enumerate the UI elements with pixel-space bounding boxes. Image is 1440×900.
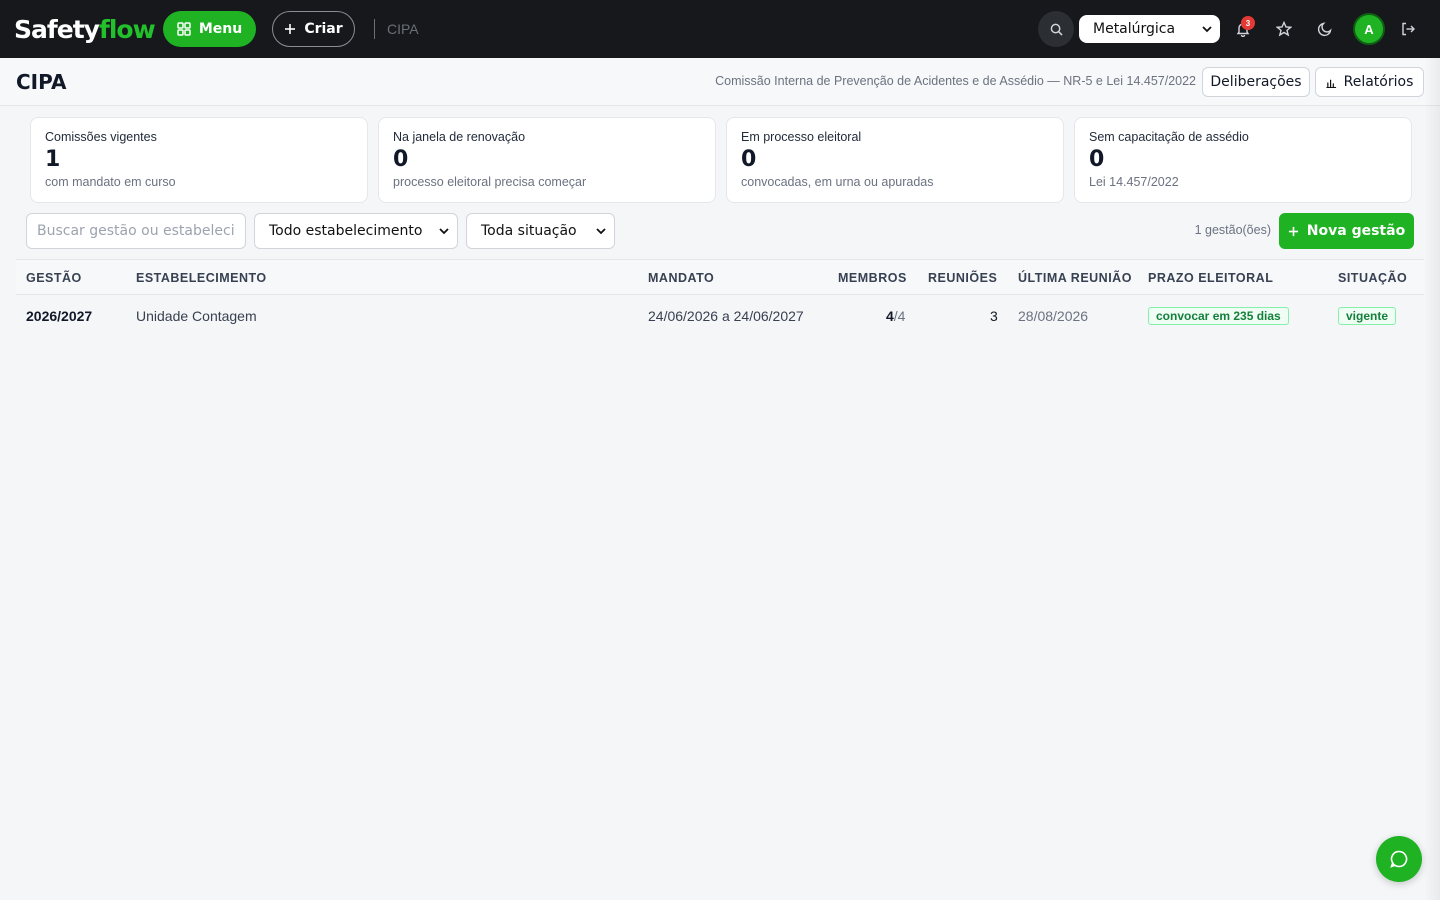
relatorios-button[interactable]: Relatórios [1315, 67, 1424, 97]
col-gestao[interactable]: GESTÃO [26, 271, 82, 285]
logo-text-safety: Safety [14, 14, 100, 44]
search-input[interactable] [26, 213, 246, 249]
search-button[interactable] [1038, 11, 1074, 47]
cell-estabelecimento: Unidade Contagem [136, 308, 257, 324]
card-label: Comissões vigentes [45, 130, 157, 144]
table-header: GESTÃO ESTABELECIMENTO MANDATO MEMBROS R… [16, 259, 1424, 295]
logout-button[interactable] [1390, 11, 1426, 47]
status-badge: vigente [1338, 307, 1397, 325]
cell-reunioes: 3 [990, 308, 998, 324]
nova-gestao-label: Nova gestão [1306, 223, 1406, 239]
chat-button[interactable] [1376, 836, 1422, 882]
chevron-down-icon [596, 228, 606, 235]
col-estabelecimento[interactable]: ESTABELECIMENTO [136, 271, 267, 285]
filters-bar: Todo estabelecimento Toda situação [26, 213, 615, 249]
stat-cards: Comissões vigentes 1 com mandato em curs… [30, 117, 1412, 203]
estabelecimento-select[interactable]: Todo estabelecimento [254, 213, 458, 249]
stat-card-capacitacao: Sem capacitação de assédio 0 Lei 14.457/… [1074, 117, 1412, 203]
gestoes-table: GESTÃO ESTABELECIMENTO MANDATO MEMBROS R… [16, 259, 1424, 337]
card-note: com mandato em curso [45, 175, 176, 189]
favorites-button[interactable] [1266, 11, 1302, 47]
situacao-value: Toda situação [481, 223, 577, 239]
cell-gestao[interactable]: 2026/2027 [26, 308, 92, 324]
search-icon [1050, 23, 1063, 36]
breadcrumb[interactable]: CIPA [387, 21, 419, 37]
user-avatar[interactable]: A [1353, 13, 1385, 45]
card-note: convocadas, em urna ou apuradas [741, 175, 934, 189]
card-label: Sem capacitação de assédio [1089, 130, 1249, 144]
criar-button[interactable]: Criar [272, 11, 355, 47]
scroll-shade [1424, 58, 1440, 900]
situacao-select[interactable]: Toda situação [466, 213, 615, 249]
menu-label: Menu [198, 21, 243, 37]
card-note: processo eleitoral precisa começar [393, 175, 587, 189]
tenant-value: Metalúrgica [1093, 21, 1176, 37]
cell-membros: 4/4 [886, 308, 905, 324]
page-subtitle: Comissão Interna de Prevenção de Acident… [715, 74, 1196, 88]
card-value: 1 [45, 147, 61, 172]
deliberacoes-button[interactable]: Deliberações [1202, 67, 1310, 97]
top-right-actions: Metalúrgica 3 A [1038, 0, 1426, 58]
card-note: Lei 14.457/2022 [1089, 175, 1179, 189]
cell-ultima-reuniao: 28/08/2026 [1018, 308, 1089, 324]
membros-count: 4 [886, 308, 894, 324]
top-bar: Safety flow Menu Criar CIPA Metalúrgica 3 [0, 0, 1440, 58]
cell-mandato: 24/06/2026 a 24/06/2027 [648, 308, 804, 324]
prazo-badge: convocar em 235 dias [1148, 307, 1289, 325]
tenant-select[interactable]: Metalúrgica [1079, 15, 1220, 43]
card-label: Em processo eleitoral [741, 130, 862, 144]
bar-chart-icon [1326, 79, 1336, 88]
star-icon [1276, 21, 1292, 37]
page-header: CIPA Comissão Interna de Prevenção de Ac… [0, 58, 1440, 106]
notifications-button[interactable]: 3 [1225, 11, 1261, 47]
plus-icon [285, 24, 296, 34]
logo-text-flow: flow [98, 14, 156, 44]
chevron-down-icon [439, 228, 449, 235]
col-ultima-reuniao[interactable]: ÚLTIMA REUNIÃO [1018, 271, 1132, 285]
relatorios-label: Relatórios [1343, 74, 1414, 90]
col-mandato[interactable]: MANDATO [648, 271, 714, 285]
table-row[interactable]: 2026/2027 Unidade Contagem 24/06/2026 a … [16, 295, 1424, 337]
col-reunioes[interactable]: REUNIÕES [928, 271, 997, 285]
logout-icon [1402, 22, 1415, 36]
breadcrumb-separator [374, 19, 375, 39]
deliberacoes-label: Deliberações [1210, 74, 1302, 90]
result-count: 1 gestão(ões) [1194, 223, 1271, 237]
menu-button[interactable]: Menu [163, 11, 256, 47]
chat-icon [1390, 850, 1408, 868]
safetyflow-logo[interactable]: Safety flow [14, 14, 156, 44]
plus-icon [1288, 226, 1298, 236]
criar-label: Criar [304, 21, 343, 37]
estabelecimento-value: Todo estabelecimento [269, 223, 423, 239]
chevron-down-icon [1202, 26, 1212, 33]
col-membros[interactable]: MEMBROS [838, 271, 907, 285]
stat-card-renovacao: Na janela de renovação 0 processo eleito… [378, 117, 716, 203]
theme-toggle[interactable] [1307, 11, 1343, 47]
membros-total: /4 [893, 308, 906, 324]
nova-gestao-button[interactable]: Nova gestão [1279, 213, 1414, 249]
card-value: 0 [1089, 147, 1105, 172]
notification-badge: 3 [1241, 16, 1255, 30]
stat-card-vigentes: Comissões vigentes 1 com mandato em curs… [30, 117, 368, 203]
card-value: 0 [393, 147, 409, 172]
page-title: CIPA [16, 70, 67, 94]
col-prazo-eleitoral[interactable]: PRAZO ELEITORAL [1148, 271, 1273, 285]
col-situacao[interactable]: SITUAÇÃO [1338, 271, 1407, 285]
card-value: 0 [741, 147, 757, 172]
stat-card-eleitoral: Em processo eleitoral 0 convocadas, em u… [726, 117, 1064, 203]
card-label: Na janela de renovação [393, 130, 526, 144]
moon-icon [1317, 22, 1332, 37]
grid-icon [177, 22, 191, 36]
